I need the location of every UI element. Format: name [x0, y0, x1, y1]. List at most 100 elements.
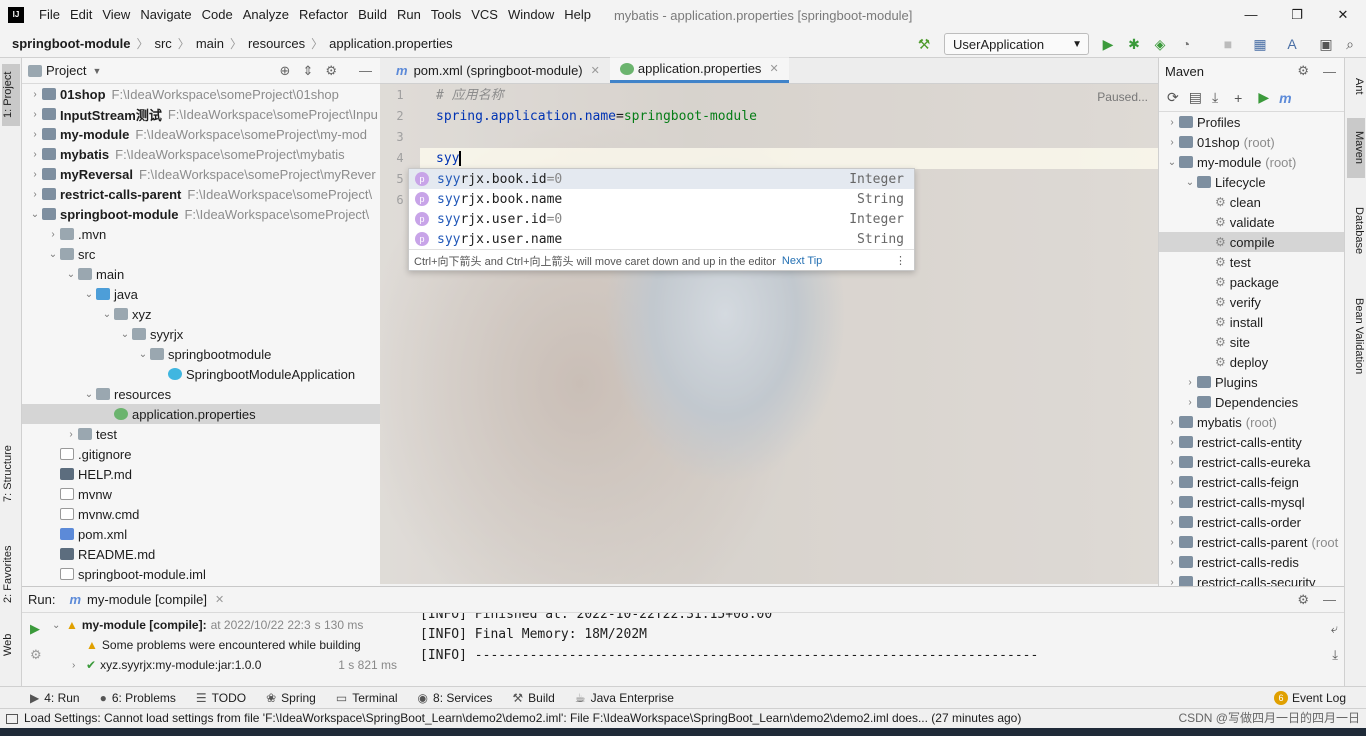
code-text[interactable]: # 应用名称 spring.application.name=springboo… [436, 85, 757, 169]
bottom-tab[interactable]: ▶ 4: Run [30, 691, 80, 705]
run-configuration-select[interactable]: UserApplication ▼ [944, 33, 1089, 55]
maven-tree-item[interactable]: › restrict-calls-parent (root [1159, 532, 1344, 552]
maven-tree-item[interactable]: › Dependencies [1159, 392, 1344, 412]
minimize-button[interactable]: — [1228, 0, 1274, 30]
menu-item-tools[interactable]: Tools [426, 0, 466, 30]
event-log-button[interactable]: 6 Event Log [1273, 690, 1346, 705]
structure-tool-tab[interactable]: 7: Structure [2, 434, 20, 514]
project-tree-item[interactable]: .gitignore [22, 444, 380, 464]
project-tree-item[interactable]: ⌄ main [22, 264, 380, 284]
maven-tree-item[interactable]: › Plugins [1159, 372, 1344, 392]
completion-item[interactable]: p syyrjx.book.name String [409, 189, 914, 209]
run-tree-row[interactable]: ▲ Some problems were encountered while bu… [52, 635, 397, 655]
tab-application-properties[interactable]: application.properties ✕ [609, 57, 789, 83]
chevron-right-icon[interactable]: › [1183, 397, 1197, 408]
chevron-down-icon[interactable]: ⌄ [64, 269, 78, 280]
maven-tree-item[interactable]: ⚙ package [1159, 272, 1344, 292]
close-icon[interactable]: ✕ [591, 64, 600, 77]
ant-tool-tab[interactable]: Ant [1347, 68, 1365, 104]
project-tree-item[interactable]: › 01shop F:\IdeaWorkspace\someProject\01sh… [22, 84, 380, 104]
project-tree-item[interactable]: application.properties [22, 404, 380, 424]
chevron-right-icon[interactable]: › [1165, 437, 1179, 448]
settings-gear-icon[interactable]: ⚙ [1297, 63, 1309, 79]
chevron-down-icon[interactable]: ⌄ [1183, 177, 1197, 188]
project-tree-item[interactable]: mvnw.cmd [22, 504, 380, 524]
collapse-all-icon[interactable]: ⇕ [302, 63, 313, 79]
bottom-tab[interactable]: ▭ Terminal [336, 691, 398, 705]
soft-wrap-icon[interactable]: ⤶ [1331, 621, 1338, 637]
chevron-down-icon[interactable]: ⌄ [1165, 157, 1179, 168]
project-tree-item[interactable]: › InputStream测试 F:\IdeaWorkspace\someProje… [22, 104, 380, 124]
project-panel-title[interactable]: Project [46, 63, 86, 78]
menu-item-edit[interactable]: Edit [65, 0, 97, 30]
maven-tree-item[interactable]: › 01shop (root) [1159, 132, 1344, 152]
maven-tree-item[interactable]: ⚙ verify [1159, 292, 1344, 312]
project-tree-item[interactable]: › mybatis F:\IdeaWorkspace\someProject\myb… [22, 144, 380, 164]
project-tree-item[interactable]: ⌄ syyrjx [22, 324, 380, 344]
add-icon[interactable]: + [1234, 90, 1242, 106]
maven-goal-icon[interactable]: m [1279, 90, 1291, 106]
scroll-to-end-icon[interactable]: ⤓ [1332, 647, 1338, 663]
chevron-right-icon[interactable]: › [1183, 377, 1197, 388]
breadcrumb-item[interactable]: src [154, 35, 171, 52]
hide-icon[interactable]: — [359, 63, 372, 78]
run-tree-row[interactable]: › ✔ xyz.syyrjx:my-module:jar:1.0.0 1 s 821 … [52, 655, 397, 675]
project-tree-item[interactable]: README.md [22, 544, 380, 564]
search-everywhere-icon[interactable]: ⌕ [1342, 36, 1358, 52]
menu-item-analyze[interactable]: Analyze [238, 0, 294, 30]
project-tree-item[interactable]: › .mvn [22, 224, 380, 244]
chevron-right-icon[interactable]: › [1165, 537, 1179, 548]
rerun-icon[interactable]: ▶ [30, 621, 40, 637]
menu-item-refactor[interactable]: Refactor [294, 0, 353, 30]
status-message[interactable]: Load Settings: Cannot load settings from… [24, 711, 1021, 725]
bottom-tab[interactable]: ❀ Spring [266, 691, 316, 705]
project-tool-tab[interactable]: 1: Project [2, 64, 20, 126]
run-icon[interactable]: ▶ [1100, 36, 1116, 52]
settings-gear-icon[interactable]: ⚙ [1297, 592, 1309, 608]
project-tree-item[interactable]: ⌄ src [22, 244, 380, 264]
menu-item-code[interactable]: Code [197, 0, 238, 30]
translate-icon[interactable]: A [1284, 36, 1300, 52]
maven-tree-item[interactable]: › mybatis (root) [1159, 412, 1344, 432]
close-window-button[interactable]: ✕ [1320, 0, 1366, 30]
chevron-right-icon[interactable]: › [28, 129, 42, 140]
project-tree-item[interactable]: ⌄ springbootmodule [22, 344, 380, 364]
project-tree-item[interactable]: ⌄ xyz [22, 304, 380, 324]
maven-tree-item[interactable]: ⚙ validate [1159, 212, 1344, 232]
generate-sources-icon[interactable]: ▤ [1189, 89, 1202, 106]
run-tree-row[interactable]: ⌄ ▲ my-module [compile]: at 2022/10/22 22:3… [52, 615, 397, 635]
menu-item-view[interactable]: View [97, 0, 135, 30]
settings-gear-icon[interactable]: ⚙ [325, 63, 337, 79]
run-tab[interactable]: my-module [compile] [87, 592, 207, 607]
maven-tree-item[interactable]: ⌄ my-module (root) [1159, 152, 1344, 172]
web-tool-tab[interactable]: Web [2, 630, 20, 660]
stop-icon[interactable]: ■ [1220, 36, 1236, 52]
maven-tree-item[interactable]: ⚙ compile [1159, 232, 1344, 252]
completion-item[interactable]: p syyrjx.user.id=0 Integer [409, 209, 914, 229]
maven-tree-item[interactable]: › Profiles [1159, 112, 1344, 132]
bottom-tab[interactable]: ☕ Java Enterprise [575, 691, 674, 705]
completion-item[interactable]: p syyrjx.user.name String [409, 229, 914, 249]
chevron-down-icon[interactable]: ⌄ [100, 309, 114, 320]
chevron-right-icon[interactable]: › [1165, 137, 1179, 148]
chevron-down-icon[interactable]: ⌄ [82, 289, 96, 300]
breadcrumb-item[interactable]: application.properties [329, 35, 453, 52]
maven-tree-item[interactable]: ⌄ Lifecycle [1159, 172, 1344, 192]
close-icon[interactable]: ✕ [769, 62, 778, 75]
chevron-right-icon[interactable]: › [46, 229, 60, 240]
maven-tree-item[interactable]: › restrict-calls-redis [1159, 552, 1344, 572]
project-tree-item[interactable]: › test [22, 424, 380, 444]
chevron-right-icon[interactable]: › [64, 429, 78, 440]
project-tree-item[interactable]: ⌄ java [22, 284, 380, 304]
project-tree-item[interactable]: › myReversal F:\IdeaWorkspace\someProject\… [22, 164, 380, 184]
coverage-icon[interactable]: ◈ [1152, 36, 1168, 52]
chevron-down-icon[interactable]: ⌄ [46, 249, 60, 260]
project-tree-item[interactable]: mvnw [22, 484, 380, 504]
bottom-tab[interactable]: ☰ TODO [196, 691, 246, 705]
chevron-right-icon[interactable]: › [28, 89, 42, 100]
profile-icon[interactable]: ◔ [1178, 36, 1194, 52]
chevron-right-icon[interactable]: › [1165, 457, 1179, 468]
tab-pom-xml[interactable]: m pom.xml (springboot-module) ✕ [386, 57, 610, 83]
bottom-tab[interactable]: ◉ 8: Services [418, 691, 493, 705]
chevron-right-icon[interactable]: › [28, 169, 42, 180]
